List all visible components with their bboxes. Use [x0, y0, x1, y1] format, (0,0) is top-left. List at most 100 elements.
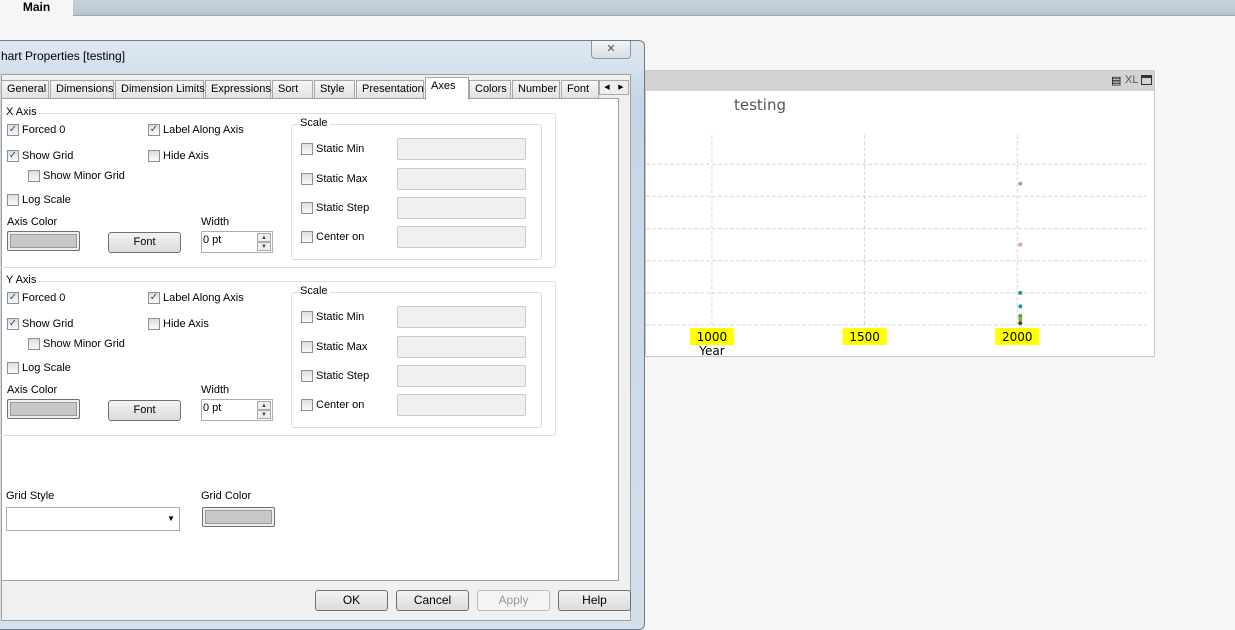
tab-colors[interactable]: Colors [469, 80, 511, 99]
tab-expressions[interactable]: Expressions [205, 80, 271, 99]
tab-scroll[interactable]: ◀ ▶ [599, 80, 629, 95]
checkbox-box[interactable]: ✓ [7, 150, 19, 162]
x_axis-center-on-input[interactable] [397, 226, 526, 248]
x_axis-static-min-checkbox[interactable]: Static Min [301, 143, 364, 155]
x_axis-static-max-input[interactable] [397, 168, 526, 190]
checkbox-box[interactable] [301, 202, 313, 214]
help-button[interactable]: Help [558, 590, 631, 611]
y_axis-log-scale-checkbox[interactable]: Log Scale [7, 362, 71, 374]
data-point [1018, 314, 1023, 318]
checkbox-box[interactable]: ✓ [7, 292, 19, 304]
tab-sort[interactable]: Sort [272, 80, 313, 99]
x_axis-forced0-checkbox[interactable]: ✓ Forced 0 [7, 124, 65, 136]
axes-panel: X Axis ✓ Forced 0 ✓ Label Along Axis ✓ Show … [0, 98, 619, 581]
checkbox-box[interactable]: ✓ [7, 124, 19, 136]
tab-general[interactable]: General [1, 80, 49, 99]
tab-main[interactable]: Main [0, 0, 73, 18]
y_axis-font-button[interactable]: Font [108, 400, 181, 421]
x_axis-show-minor-grid-checkbox[interactable]: Show Minor Grid [28, 170, 125, 182]
y_axis-hide-axis-checkbox[interactable]: Hide Axis [148, 318, 209, 330]
up-icon[interactable]: ▲ [257, 233, 271, 242]
y_axis-static-max-input[interactable] [397, 336, 526, 358]
checkbox-box[interactable] [7, 362, 19, 374]
grid-color-button[interactable] [202, 507, 275, 527]
close-button[interactable]: ✕ [591, 41, 631, 59]
x_axis-width-stepper[interactable]: 0 pt ▲ ▼ [201, 231, 273, 253]
cancel-button[interactable]: Cancel [396, 590, 469, 611]
x-tick-label: 1000 [697, 330, 728, 344]
checkbox-box[interactable] [301, 341, 313, 353]
x_axis-static-step-checkbox[interactable]: Static Step [301, 202, 369, 214]
dialog-title: hart Properties [testing] [1, 49, 126, 63]
up-icon[interactable]: ▲ [257, 401, 271, 410]
x_axis-static-min-input[interactable] [397, 138, 526, 160]
tab-presentation[interactable]: Presentation [356, 80, 424, 99]
y_axis-show-grid-checkbox[interactable]: ✓ Show Grid [7, 318, 73, 330]
tab-font[interactable]: Font [561, 80, 599, 99]
data-point [1018, 242, 1023, 247]
x_axis-hide-axis-checkbox[interactable]: Hide Axis [148, 150, 209, 162]
y_axis-scale-group: Scale Static Min Static Max Static Step Cen… [291, 285, 542, 428]
checkbox-box[interactable] [301, 311, 313, 323]
x_axis-static-max-checkbox[interactable]: Static Max [301, 173, 367, 185]
checkbox-box[interactable]: ✓ [7, 318, 19, 330]
x_axis-group: X Axis ✓ Forced 0 ✓ Label Along Axis ✓ Show … [0, 106, 556, 268]
checkbox-box[interactable] [28, 338, 40, 350]
tab-dimensions[interactable]: Dimensions [50, 80, 114, 99]
down-icon[interactable]: ▼ [257, 410, 271, 419]
checkbox-box[interactable] [301, 173, 313, 185]
close-icon: ✕ [606, 43, 616, 55]
checkbox-box[interactable] [301, 231, 313, 243]
x_axis-log-scale-checkbox[interactable]: Log Scale [7, 194, 71, 206]
grid-color-label: Grid Color [201, 490, 252, 502]
checkbox-box[interactable] [28, 170, 40, 182]
y_axis-static-max-checkbox[interactable]: Static Max [301, 341, 367, 353]
x_axis-static-step-input[interactable] [397, 197, 526, 219]
tab-bar [0, 0, 1235, 16]
chart-title: testing [734, 96, 786, 114]
y_axis-group: Y Axis ✓ Forced 0 ✓ Label Along Axis ✓ Show … [0, 274, 556, 436]
x_axis-label-along-axis-checkbox[interactable]: ✓ Label Along Axis [148, 124, 244, 136]
tab-dimension-limits[interactable]: Dimension Limits [115, 80, 205, 99]
checkbox-box[interactable] [301, 370, 313, 382]
y_axis-axis-color-button[interactable] [7, 399, 80, 419]
y_axis-show-minor-grid-checkbox[interactable]: Show Minor Grid [28, 338, 125, 350]
grid-style-select[interactable]: ▼ [6, 507, 180, 531]
chart-object[interactable]: ▤ XL 1000 1500 2000 Year testing [645, 70, 1155, 357]
scroll-left-icon[interactable]: ◀ [600, 81, 614, 94]
y_axis-static-min-checkbox[interactable]: Static Min [301, 311, 364, 323]
y_axis-static-min-input[interactable] [397, 306, 526, 328]
x_axis-axis-color-button[interactable] [7, 231, 80, 251]
down-icon[interactable]: ▼ [257, 242, 271, 251]
y_axis-static-step-input[interactable] [397, 365, 526, 387]
tab-style[interactable]: Style [314, 80, 355, 99]
x-tick-label: 1500 [849, 330, 880, 344]
scroll-right-icon[interactable]: ▶ [614, 81, 628, 94]
tab-axes[interactable]: Axes [425, 77, 469, 100]
ok-button[interactable]: OK [315, 590, 388, 611]
checkbox-box[interactable]: ✓ [148, 124, 160, 136]
data-point [1018, 321, 1023, 326]
checkbox-box[interactable] [301, 399, 313, 411]
chevron-down-icon: ▼ [167, 514, 175, 523]
x_axis-font-button[interactable]: Font [108, 232, 181, 253]
x_axis-show-grid-checkbox[interactable]: ✓ Show Grid [7, 150, 73, 162]
checkbox-box[interactable] [301, 143, 313, 155]
y_axis-static-step-checkbox[interactable]: Static Step [301, 370, 369, 382]
y_axis-center-on-checkbox[interactable]: Center on [301, 399, 364, 411]
checkbox-box[interactable]: ✓ [148, 292, 160, 304]
data-point [1018, 181, 1023, 186]
x_axis-scale-group: Scale Static Min Static Max Static Step Cen… [291, 117, 542, 260]
y_axis-label-along-axis-checkbox[interactable]: ✓ Label Along Axis [148, 292, 244, 304]
checkbox-box[interactable] [148, 318, 160, 330]
checkbox-box[interactable] [7, 194, 19, 206]
y_axis-center-on-input[interactable] [397, 394, 526, 416]
x_axis-center-on-checkbox[interactable]: Center on [301, 231, 364, 243]
y_axis-width-stepper[interactable]: 0 pt ▲ ▼ [201, 399, 273, 421]
grid-style-label: Grid Style [6, 490, 55, 502]
chart-plot: 1000 1500 2000 Year testing [646, 96, 1146, 356]
y_axis-forced0-checkbox[interactable]: ✓ Forced 0 [7, 292, 65, 304]
tab-number[interactable]: Number [512, 80, 560, 99]
apply-button[interactable]: Apply [477, 590, 550, 611]
checkbox-box[interactable] [148, 150, 160, 162]
